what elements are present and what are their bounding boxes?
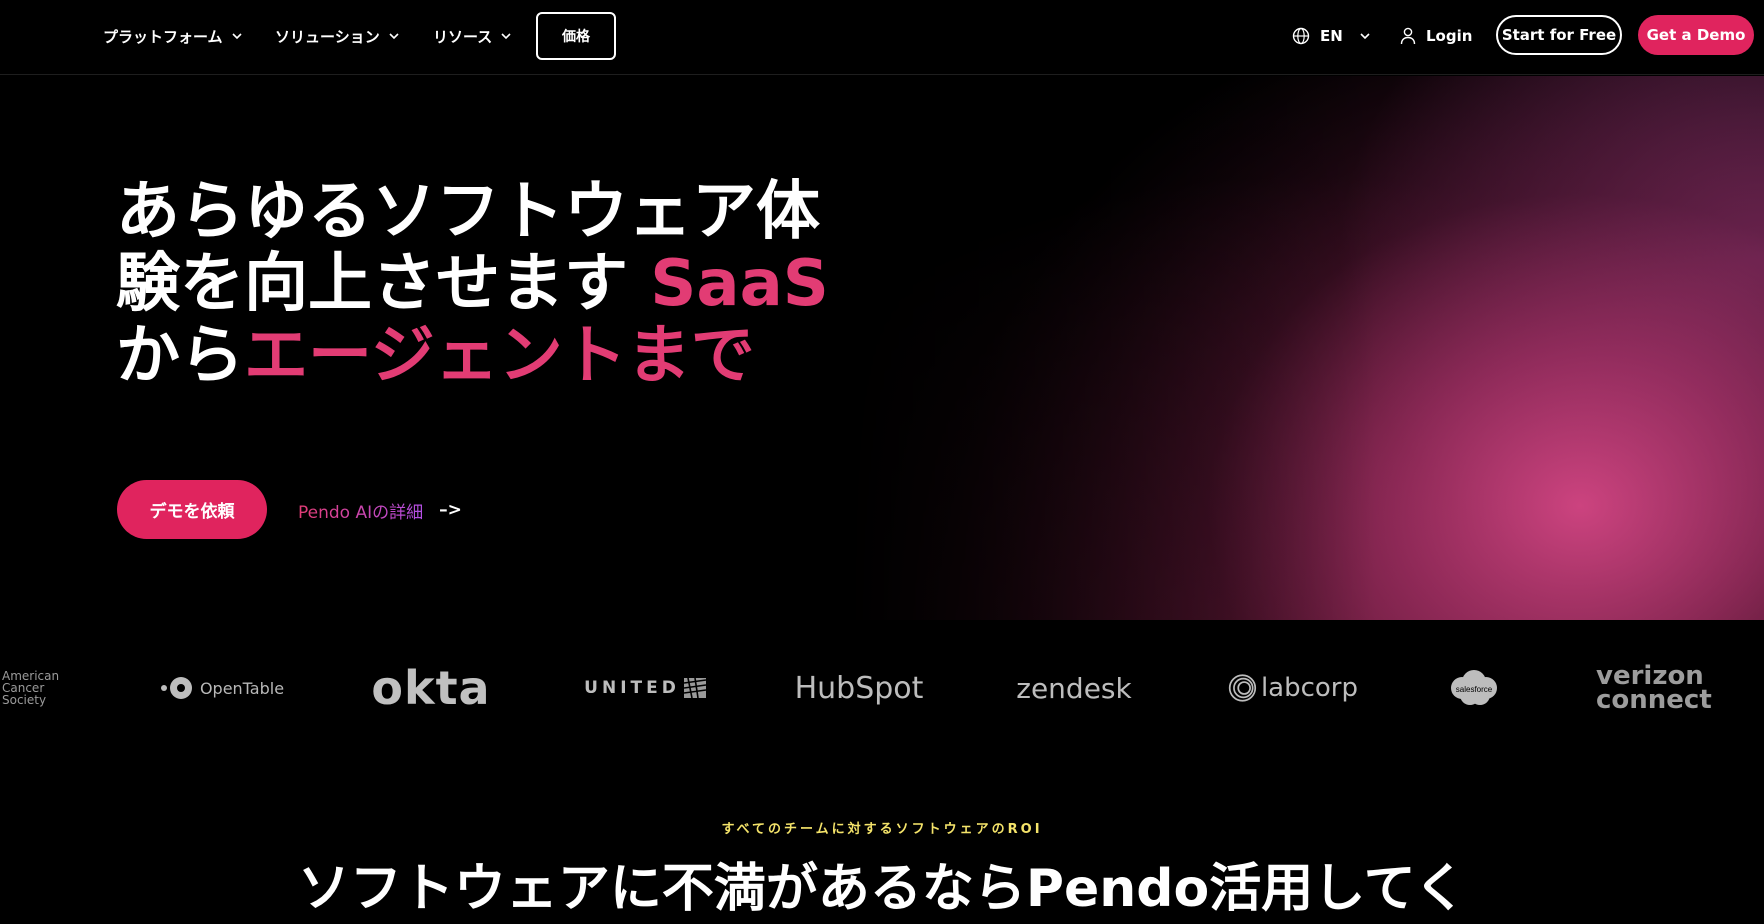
pricing-label: 価格: [562, 29, 590, 45]
american-cancer-society-logo: American Cancer Society: [2, 640, 82, 736]
get-demo-label: Get a Demo: [1646, 26, 1746, 44]
chevron-down-icon: [501, 33, 511, 40]
zendesk-logo: zendesk: [1010, 640, 1138, 736]
opentable-logo: OpenTable: [152, 640, 292, 736]
hero-title-saas: SaaS: [650, 247, 829, 321]
acs-logo-line: Society: [2, 693, 47, 707]
start-free-label: Start for Free: [1501, 26, 1617, 44]
pendo-ai-link-label: Pendo AIの詳細: [298, 498, 423, 523]
chevron-down-icon: [231, 33, 242, 40]
arrow-right-icon: –>: [439, 500, 462, 520]
labcorp-logo-text: labcorp: [1260, 673, 1358, 703]
salesforce-cloud-icon: salesforce: [1451, 670, 1497, 705]
globe-icon: [1292, 27, 1310, 45]
nav-item-label: リソース: [433, 27, 493, 46]
hero-title-line2a: 験を向上させます: [116, 247, 651, 321]
hero-title-agents: エージェントまで: [244, 319, 755, 393]
nav-item-label: ソリューション: [275, 27, 380, 46]
hubspot-logo: HubSpot: [794, 640, 924, 736]
pricing-button[interactable]: 価格: [536, 12, 616, 60]
labcorp-logo: labcorp: [1228, 640, 1358, 736]
salesforce-logo-text: salesforce: [1456, 685, 1493, 694]
united-logo-text: UNITED: [584, 678, 680, 698]
user-icon: [1400, 27, 1416, 45]
hero-section: あらゆるソフトウェア体 験を向上させます SaaS からエージェントまで デモを…: [0, 76, 1764, 620]
chevron-down-icon: [1360, 33, 1370, 40]
request-demo-button[interactable]: デモを依頼: [117, 480, 267, 539]
hubspot-logo-text: HubSpot: [794, 670, 924, 706]
pendo-ai-details-link[interactable]: Pendo AIの詳細 –>: [298, 496, 462, 524]
hero-title: あらゆるソフトウェア体 験を向上させます SaaS からエージェントまで: [116, 176, 836, 392]
opentable-logo-text: OpenTable: [199, 678, 285, 698]
hero-title-line3a: から: [116, 319, 244, 393]
hero-title-line1: あらゆるソフトウェア体: [116, 175, 820, 249]
language-label: EN: [1320, 27, 1343, 45]
nav-item-solutions[interactable]: ソリューション: [275, 24, 400, 48]
nav-item-label: プラットフォーム: [103, 27, 223, 46]
top-navigation: プラットフォーム ソリューション リソース 価格 EN Login Start …: [0, 0, 1764, 75]
language-selector[interactable]: EN: [1292, 24, 1371, 48]
get-demo-button[interactable]: Get a Demo: [1638, 15, 1754, 55]
customer-logo-strip: American Cancer Society OpenTable okta U…: [0, 640, 1764, 736]
opentable-mark-icon: [160, 677, 192, 699]
chevron-down-icon: [389, 33, 399, 40]
nav-item-platform[interactable]: プラットフォーム: [103, 24, 243, 48]
login-link[interactable]: Login: [1400, 24, 1472, 48]
verizon-logo-line: connect: [1596, 685, 1712, 715]
nav-item-resources[interactable]: リソース: [433, 24, 512, 48]
request-demo-label: デモを依頼: [149, 502, 235, 522]
okta-logo: okta: [366, 640, 496, 736]
united-logo: UNITED: [580, 640, 710, 736]
labcorp-mark-icon: [1228, 674, 1257, 702]
united-globe-icon: [683, 678, 706, 698]
salesforce-logo: salesforce: [1444, 640, 1504, 736]
verizon-connect-logo: verizon connect: [1596, 640, 1712, 736]
section-title: ソフトウェアに不満があるならPendo活用してく: [297, 859, 1467, 919]
start-free-button[interactable]: Start for Free: [1496, 15, 1622, 55]
zendesk-logo-text: zendesk: [1016, 671, 1132, 705]
section-eyebrow: すべてのチームに対するソフトウェアのROI: [721, 822, 1043, 837]
login-label: Login: [1426, 27, 1473, 45]
okta-logo-text: okta: [371, 661, 491, 715]
